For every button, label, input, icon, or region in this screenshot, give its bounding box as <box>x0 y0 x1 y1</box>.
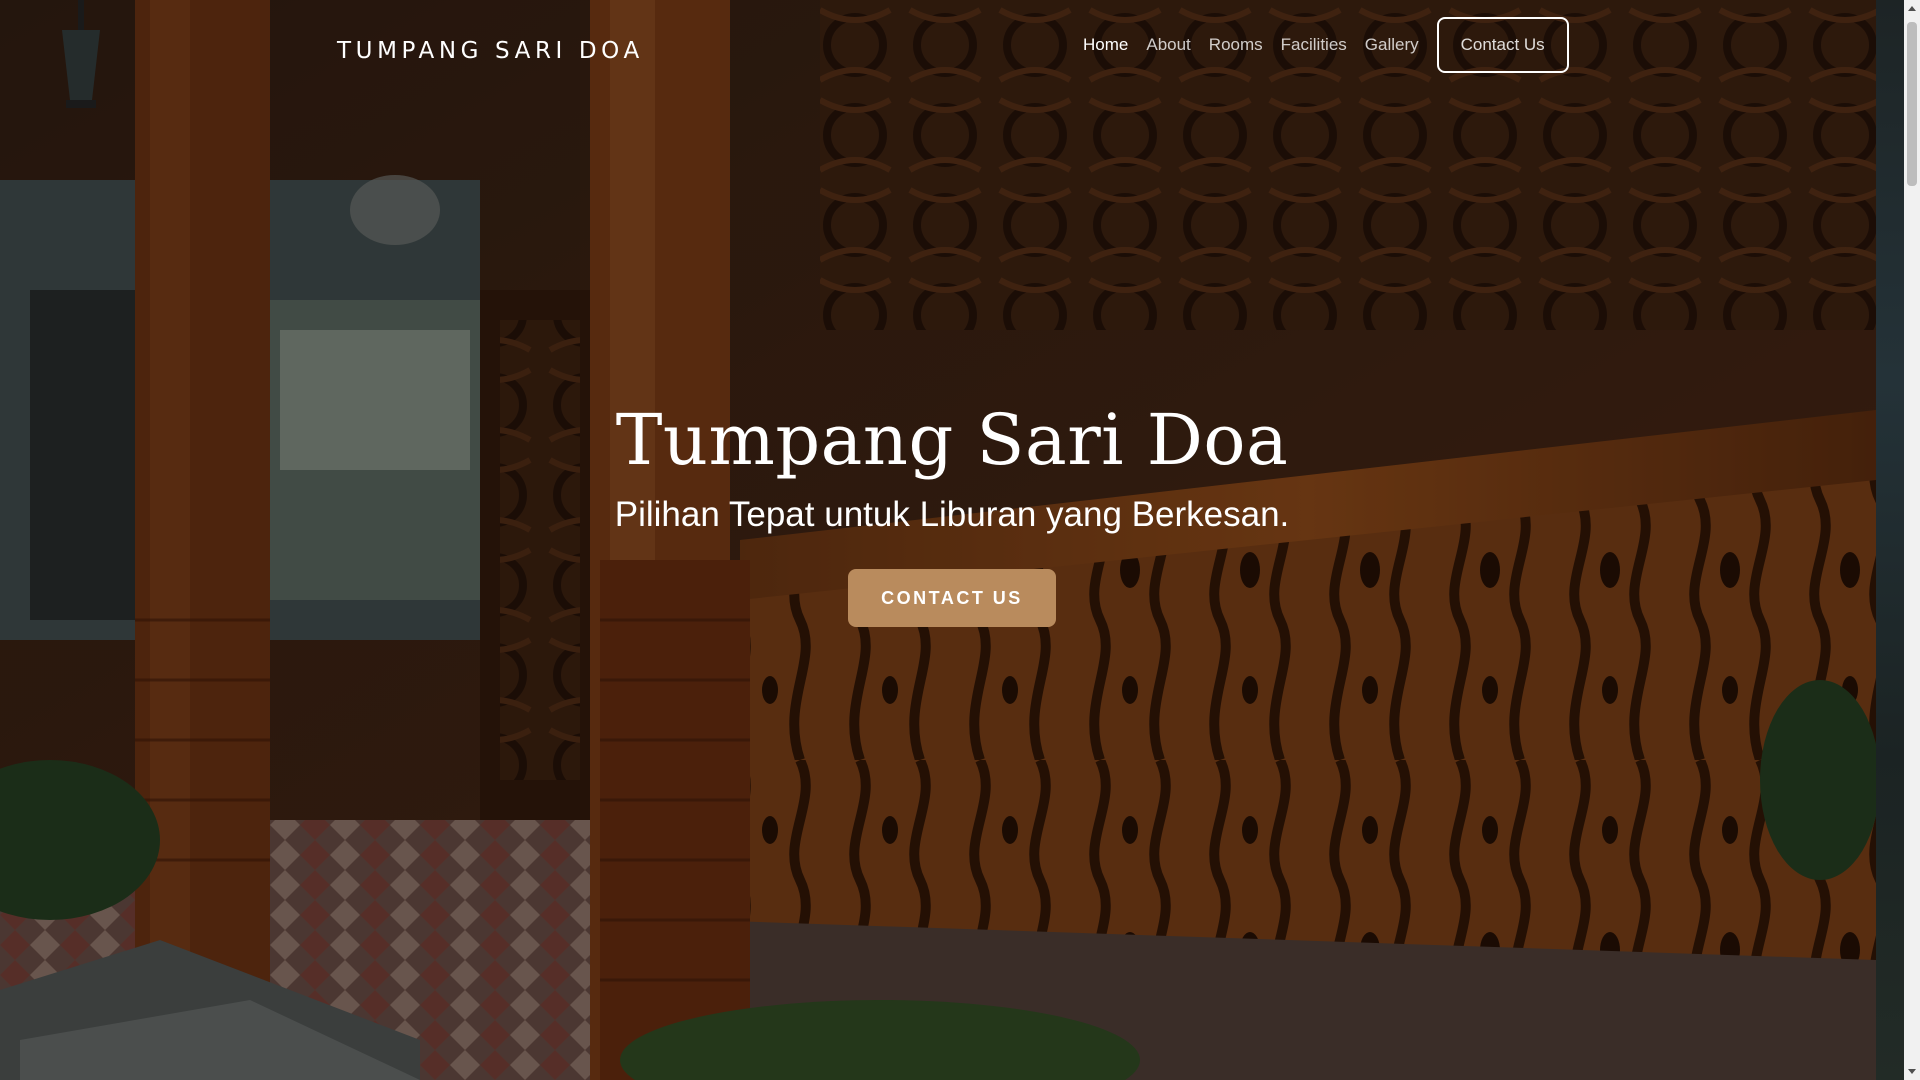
hero-contact-button[interactable]: CONTACT US <box>848 569 1056 627</box>
nav-contact-button[interactable]: Contact Us <box>1436 17 1569 73</box>
nav-item-rooms[interactable]: Rooms <box>1209 35 1263 55</box>
hero-title: Tumpang Sari Doa <box>615 399 1289 481</box>
main-navigation: Home About Rooms Facilities Gallery Cont… <box>1083 16 1569 74</box>
scrollbar-thumb[interactable] <box>1907 22 1917 186</box>
vertical-scrollbar[interactable] <box>1904 0 1920 1080</box>
hero-subtitle: Pilihan Tepat untuk Liburan yang Berkesa… <box>614 495 1290 534</box>
scroll-down-arrow-icon[interactable] <box>1908 1069 1916 1074</box>
nav-item-gallery[interactable]: Gallery <box>1365 35 1419 55</box>
nav-item-facilities[interactable]: Facilities <box>1281 35 1347 55</box>
scroll-up-arrow-icon[interactable] <box>1908 6 1916 11</box>
brand-logo-text[interactable]: TUMPANG SARI DOA <box>337 38 644 64</box>
hero-content: Tumpang Sari Doa Pilihan Tepat untuk Lib… <box>0 395 1904 627</box>
nav-item-about[interactable]: About <box>1146 35 1190 55</box>
nav-item-home[interactable]: Home <box>1083 35 1128 55</box>
